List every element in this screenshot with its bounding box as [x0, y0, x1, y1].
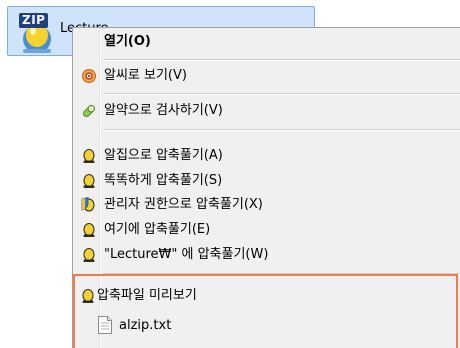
menu-separator [103, 129, 460, 131]
alzip-egg-icon [80, 288, 96, 304]
menu-item-label: 알집으로 압축풀기(A) [104, 148, 223, 163]
desktop: ZIP Lecture 열기(O) 알씨로 보기(V) [0, 0, 460, 348]
menu-item-alsee-view[interactable]: 알씨로 보기(V) [75, 65, 460, 87]
alsee-icon [81, 68, 97, 84]
menu-item-admin-extract[interactable]: 관리자 권한으로 압축풀기(X) [75, 194, 460, 216]
alzip-egg-icon [81, 247, 97, 263]
menu-separator [103, 93, 460, 95]
menu-item-open[interactable]: 열기(O) [75, 31, 460, 53]
menu-item-label: "Lecture₩" 에 압축풀기(W) [104, 247, 269, 262]
menu-item-label: 열기(O) [104, 34, 151, 49]
pill-icon [81, 103, 97, 119]
alzip-egg-icon [81, 148, 97, 164]
preview-file-item[interactable]: alzip.txt [97, 314, 171, 336]
menu-separator [103, 59, 460, 61]
admin-shield-icon [81, 196, 97, 213]
alzip-egg-icon [81, 173, 97, 189]
zip-badge: ZIP [19, 13, 49, 28]
menu-item-label: 여기에 압축풀기(E) [104, 222, 211, 237]
menu-item-label: 똑똑하게 압축풀기(S) [104, 173, 223, 188]
menu-item-archive-preview[interactable]: 압축파일 미리보기 [77, 285, 437, 307]
menu-item-extract-to-folder[interactable]: "Lecture₩" 에 압축풀기(W) [75, 244, 460, 266]
menu-item-label: 알약으로 검사하기(V) [104, 103, 223, 118]
zip-file-icon: ZIP [17, 11, 57, 55]
menu-item-label: 관리자 권한으로 압축풀기(X) [104, 197, 263, 212]
menu-item-alyac-scan[interactable]: 알약으로 검사하기(V) [75, 100, 460, 122]
menu-item-extract-here[interactable]: 여기에 압축풀기(E) [75, 219, 460, 241]
preview-file-name: alzip.txt [119, 317, 172, 333]
text-file-icon [97, 316, 113, 334]
menu-item-extract-with-alzip[interactable]: 알집으로 압축풀기(A) [75, 145, 460, 167]
menu-item-label: 압축파일 미리보기 [97, 288, 197, 303]
menu-item-smart-extract[interactable]: 똑똑하게 압축풀기(S) [75, 170, 460, 192]
alzip-egg-icon [81, 222, 97, 238]
menu-item-label: 알씨로 보기(V) [104, 68, 187, 83]
